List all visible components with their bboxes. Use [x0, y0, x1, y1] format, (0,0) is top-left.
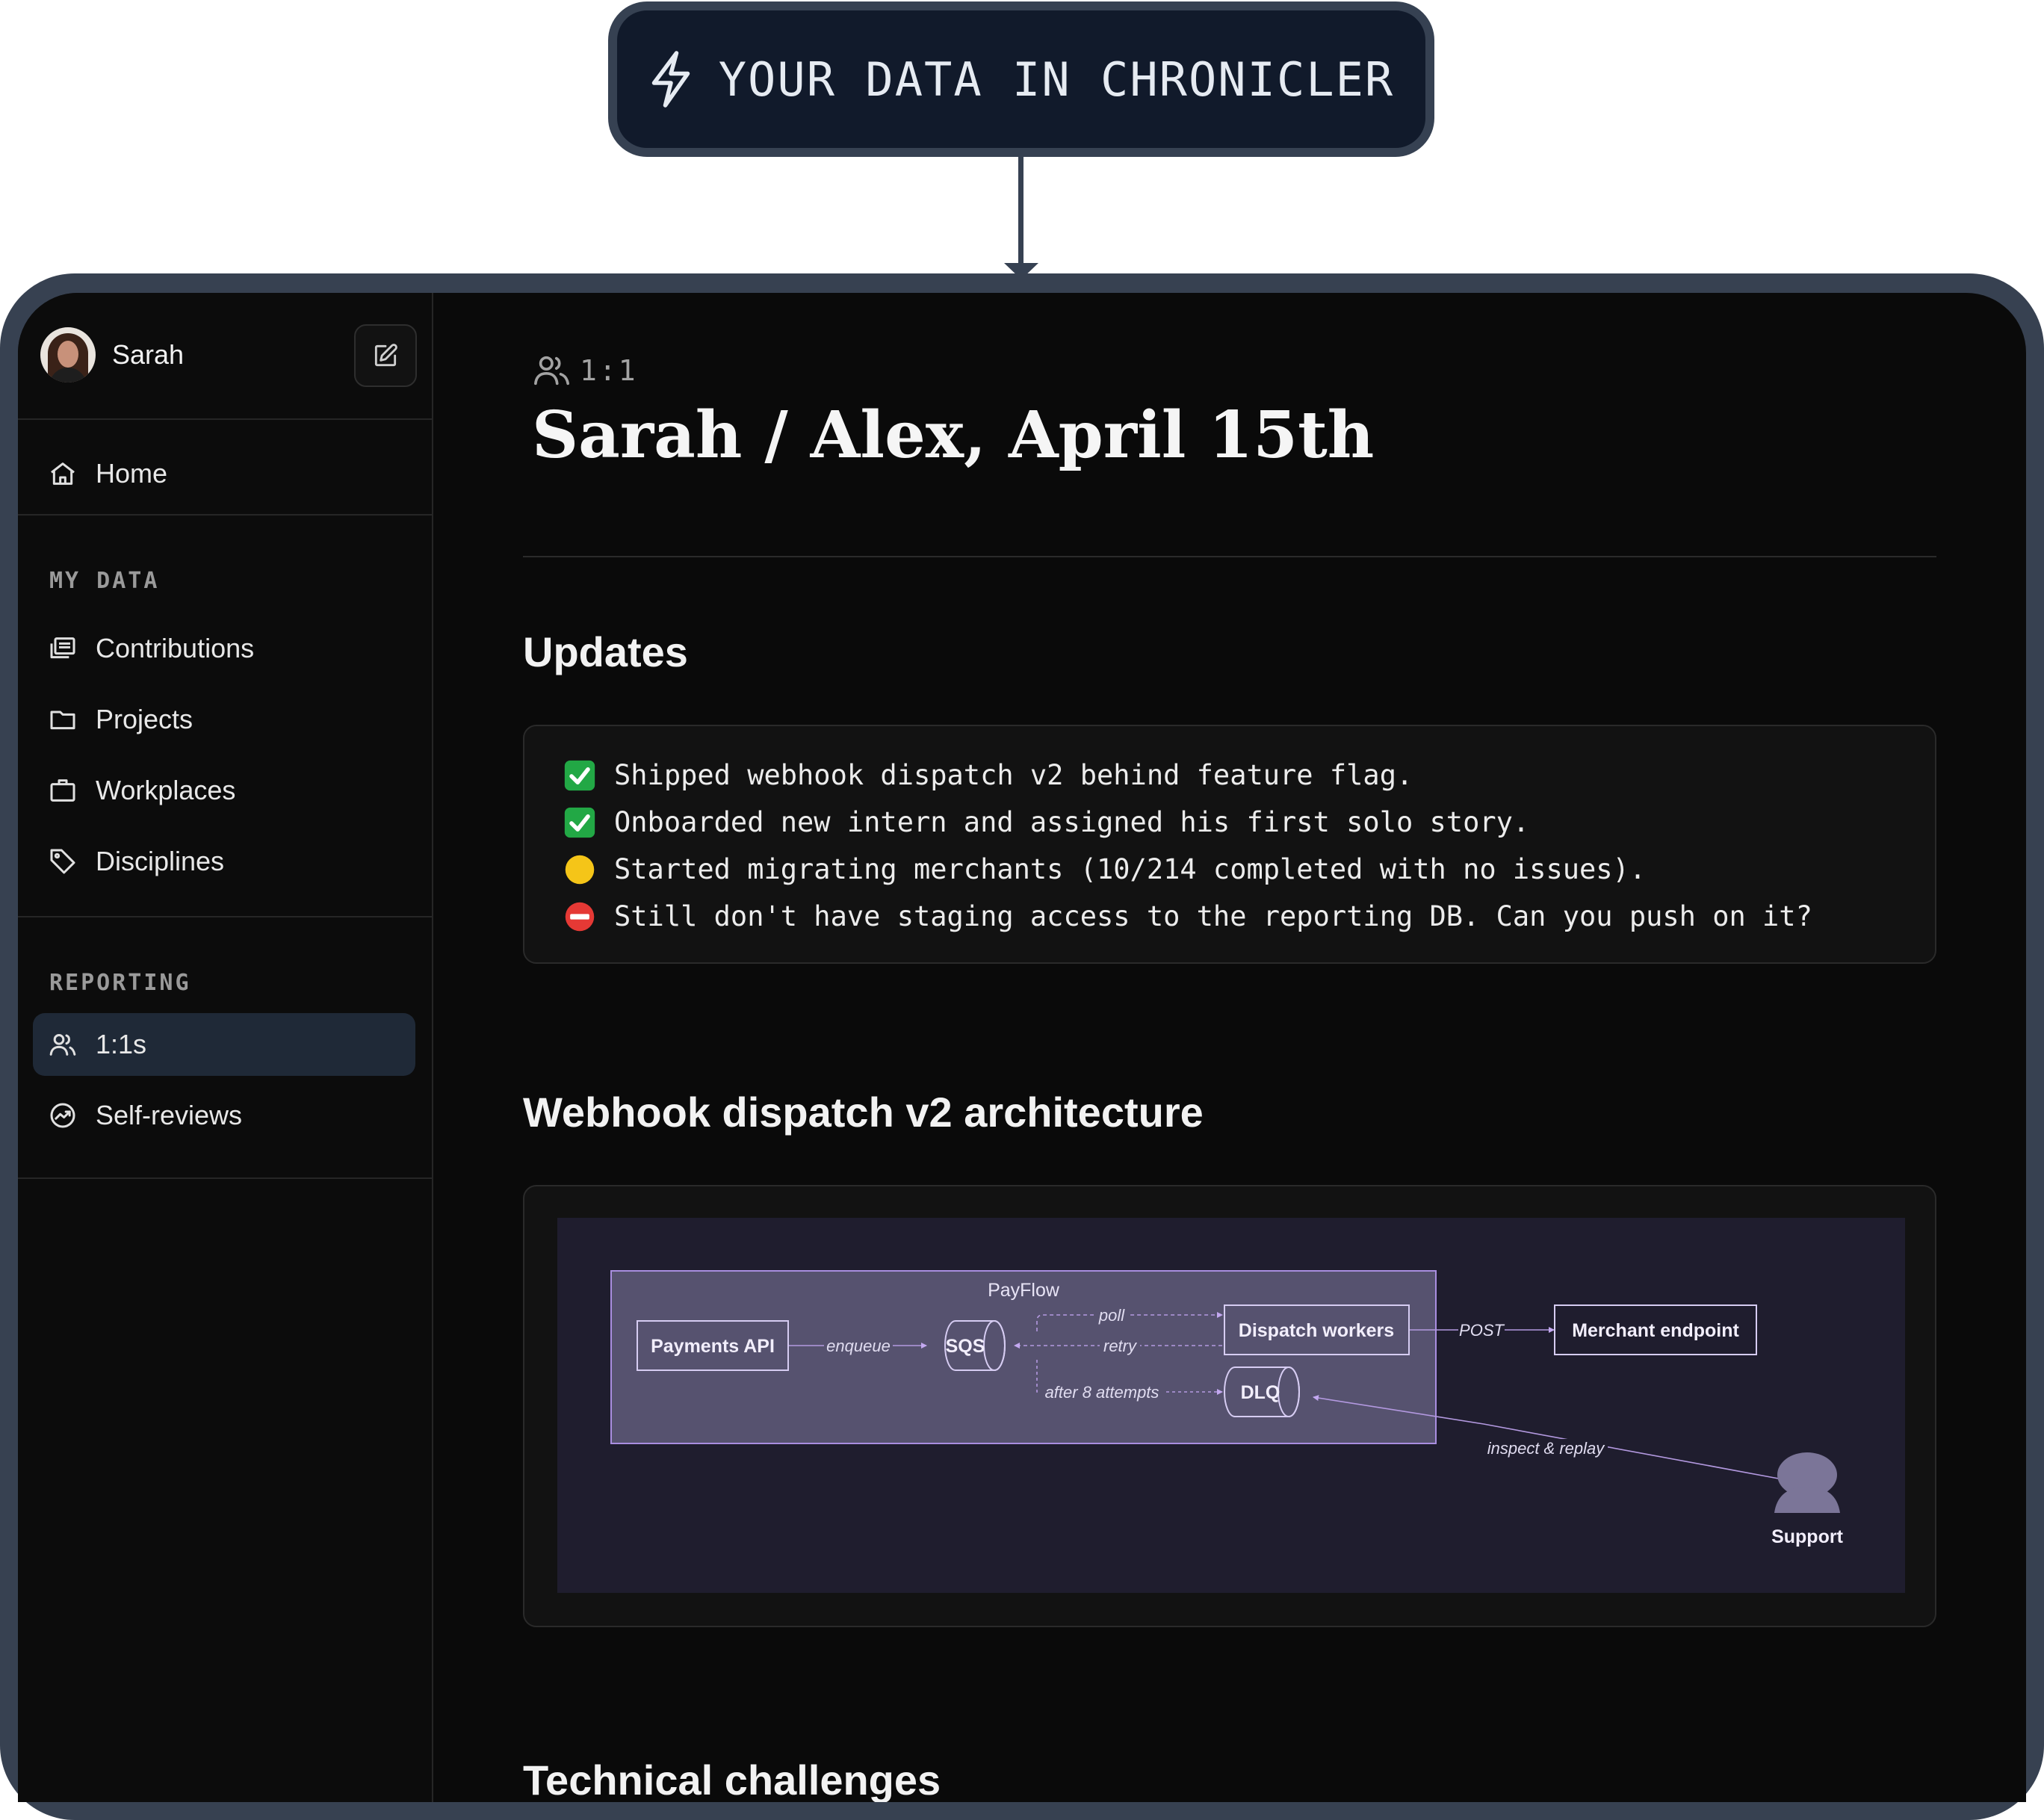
section-title-reporting: REPORTING — [49, 970, 191, 996]
sidebar-divider — [18, 514, 433, 516]
architecture-block[interactable]: PayFlow enqueue poll retry after 8 attem… — [523, 1185, 1936, 1627]
users-icon — [534, 356, 569, 386]
users-icon — [49, 1034, 76, 1056]
sidebar-item-label: Contributions — [96, 633, 255, 663]
edge-label-post: POST — [1459, 1321, 1505, 1340]
group-label: PayFlow — [988, 1280, 1060, 1301]
update-text: Onboarded new intern and assigned his fi… — [614, 806, 1530, 838]
contributions-icon — [50, 637, 75, 659]
sidebar-item-label: Self-reviews — [96, 1100, 243, 1130]
breadcrumb: 1:1 — [533, 354, 638, 387]
node-label-dlq: DLQ — [1241, 1382, 1280, 1403]
sidebar-divider — [18, 1177, 433, 1179]
technical-challenges-heading: Technical challenges — [523, 1756, 941, 1802]
yellow-circle-icon — [565, 855, 595, 884]
check-mark-icon — [564, 807, 595, 838]
update-text: Started migrating merchants (10/214 comp… — [614, 853, 1647, 885]
lightning-bolt-icon — [651, 51, 690, 108]
list-item: Onboarded new intern and assigned his fi… — [563, 799, 1935, 846]
edge-label-poll: poll — [1098, 1306, 1125, 1325]
updates-heading: Updates — [523, 628, 688, 675]
edge-label-inspect-replay: inspect & replay — [1487, 1439, 1606, 1458]
sidebar-item-home[interactable]: Home — [33, 442, 415, 505]
node-support — [1774, 1452, 1840, 1513]
updates-block[interactable]: Shipped webhook dispatch v2 behind featu… — [523, 725, 1936, 964]
list-item: Still don't have staging access to the r… — [563, 893, 1935, 940]
sidebar-item-label: Disciplines — [96, 846, 225, 876]
user-name[interactable]: Sarah — [112, 339, 184, 371]
sidebar-item-self-reviews[interactable]: Self-reviews — [33, 1084, 415, 1147]
edge-label-enqueue: enqueue — [826, 1337, 891, 1355]
check-mark-icon — [564, 760, 595, 790]
node-label-payments-api: Payments API — [651, 1336, 775, 1357]
edge-label-retry: retry — [1103, 1337, 1138, 1355]
sidebar-item-label: 1:1s — [96, 1029, 147, 1059]
sidebar: Sarah Home MY DATA Contributions Project… — [18, 293, 433, 1802]
sidebar-item-label: Workplaces — [96, 775, 236, 805]
update-text: Shipped webhook dispatch v2 behind featu… — [614, 759, 1413, 791]
section-title-my-data: MY DATA — [49, 568, 160, 594]
sidebar-item-one-on-ones[interactable]: 1:1s — [33, 1013, 415, 1076]
update-text: Still don't have staging access to the r… — [614, 900, 1812, 932]
folder-icon — [50, 711, 75, 730]
sidebar-item-disciplines[interactable]: Disciplines — [33, 830, 415, 893]
edit-icon — [374, 344, 397, 367]
new-note-button[interactable] — [354, 324, 417, 387]
node-label-support: Support — [1771, 1526, 1843, 1547]
list-item: Shipped webhook dispatch v2 behind featu… — [563, 752, 1935, 799]
app-window: Sarah Home MY DATA Contributions Project… — [18, 293, 2026, 1802]
sidebar-item-label: Home — [96, 458, 168, 489]
user-header: Sarah — [18, 293, 433, 420]
node-label-dispatch-workers: Dispatch workers — [1239, 1320, 1394, 1341]
page-title[interactable]: Sarah / Alex, April 15th — [532, 397, 1374, 473]
title-divider — [523, 556, 1936, 557]
no-entry-icon — [565, 902, 595, 931]
edge-label-after-attempts: after 8 attempts — [1045, 1383, 1159, 1402]
list-item: Started migrating merchants (10/214 comp… — [563, 846, 1935, 893]
trend-icon — [50, 1103, 75, 1128]
avatar[interactable] — [40, 327, 96, 383]
home-icon — [51, 462, 75, 485]
breadcrumb-label: 1:1 — [580, 354, 638, 387]
node-label-sqs: SQS — [946, 1336, 985, 1357]
architecture-diagram: PayFlow enqueue poll retry after 8 attem… — [557, 1218, 1905, 1593]
badge-label: YOUR DATA IN CHRONICLER — [718, 52, 1395, 107]
sidebar-item-projects[interactable]: Projects — [33, 688, 415, 751]
connector-line — [1018, 157, 1023, 269]
sidebar-item-label: Projects — [96, 704, 193, 734]
chronicler-badge: YOUR DATA IN CHRONICLER — [608, 1, 1434, 157]
architecture-heading: Webhook dispatch v2 architecture — [523, 1089, 1204, 1136]
node-label-merchant-endpoint: Merchant endpoint — [1572, 1320, 1739, 1341]
sidebar-item-contributions[interactable]: Contributions — [33, 617, 415, 680]
tag-icon — [50, 849, 75, 874]
sidebar-item-workplaces[interactable]: Workplaces — [33, 759, 415, 822]
briefcase-icon — [50, 779, 75, 802]
sidebar-divider — [18, 916, 433, 917]
